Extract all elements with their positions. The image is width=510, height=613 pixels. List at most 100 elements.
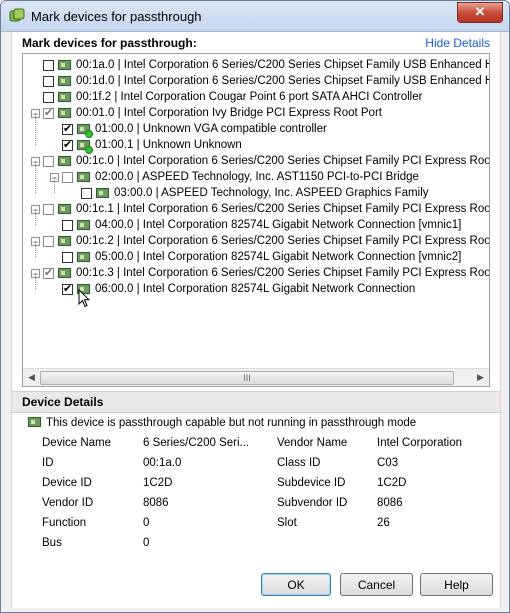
passthrough-checkbox[interactable]	[62, 282, 73, 295]
horizontal-scrollbar[interactable]: ◀ III ▶	[23, 368, 489, 386]
device-details-header: Device Details	[12, 391, 500, 413]
passthrough-checkbox[interactable]	[62, 251, 73, 263]
detail-label: Function	[42, 517, 87, 529]
tree-row[interactable]: 03:00.0 | ASPEED Technology, Inc. ASPEED…	[81, 185, 429, 201]
pci-device-icon	[96, 187, 110, 200]
pci-device-icon	[58, 59, 72, 72]
tree-row[interactable]: 01:00.0 | Unknown VGA compatible control…	[62, 121, 327, 138]
tree-row[interactable]: −00:1c.1 | Intel Corporation 6 Series/C2…	[31, 201, 489, 217]
passthrough-checkbox[interactable]	[43, 59, 54, 71]
passthrough-checkbox[interactable]	[62, 122, 73, 135]
hide-details-link[interactable]: Hide Details	[425, 36, 490, 50]
device-label: 03:00.0 | ASPEED Technology, Inc. ASPEED…	[114, 187, 429, 199]
mouse-pointer-icon	[78, 289, 90, 308]
device-label: 00:1d.0 | Intel Corporation 6 Series/C20…	[76, 75, 489, 87]
passthrough-checkbox[interactable]	[62, 171, 73, 183]
vsphere-app-icon	[9, 8, 25, 22]
detail-label: Device Name	[42, 437, 112, 449]
detail-label: Bus	[42, 537, 62, 549]
detail-label: Class ID	[277, 457, 321, 469]
pci-device-icon	[77, 219, 91, 232]
detail-label: Vendor Name	[277, 437, 348, 449]
tree-row[interactable]: 00:1a.0 | Intel Corporation 6 Series/C20…	[43, 57, 489, 73]
tree-connector-line	[35, 161, 36, 193]
tree-row[interactable]: 00:1d.0 | Intel Corporation 6 Series/C20…	[43, 73, 489, 89]
device-label: 00:1a.0 | Intel Corporation 6 Series/C20…	[76, 59, 489, 71]
device-label: 00:1c.1 | Intel Corporation 6 Series/C20…	[76, 203, 489, 215]
passthrough-checkbox[interactable]	[62, 219, 73, 231]
tree-row[interactable]: 04:00.0 | Intel Corporation 82574L Gigab…	[62, 217, 461, 233]
passthrough-dialog: Mark devices for passthrough ✕ Mark devi…	[0, 0, 510, 613]
device-label: 01:00.0 | Unknown VGA compatible control…	[95, 123, 327, 135]
device-label: 06:00.0 | Intel Corporation 82574L Gigab…	[95, 283, 416, 295]
close-button[interactable]: ✕	[457, 2, 503, 23]
device-label: 00:1c.0 | Intel Corporation 6 Series/C20…	[76, 155, 489, 167]
cancel-button[interactable]: Cancel	[340, 573, 413, 596]
detail-value: 1C2D	[377, 477, 407, 489]
detail-value: 0	[143, 537, 150, 549]
device-label: 00:1c.2 | Intel Corporation 6 Series/C20…	[76, 235, 489, 247]
help-button[interactable]: Help	[420, 573, 493, 596]
tree-row[interactable]: −00:1c.2 | Intel Corporation 6 Series/C2…	[31, 233, 489, 249]
device-details-title: Device Details	[22, 395, 104, 409]
scroll-left-arrow-icon[interactable]: ◀	[23, 369, 40, 386]
tree-row[interactable]: −00:01.0 | Intel Corporation Ivy Bridge …	[31, 105, 382, 121]
scroll-right-arrow-icon[interactable]: ▶	[472, 369, 489, 386]
detail-label: Subdevice ID	[277, 477, 346, 489]
detail-value: 6 Series/C200 Seri...	[143, 437, 250, 449]
pci-device-icon	[58, 107, 72, 120]
detail-value: 1C2D	[143, 477, 173, 489]
tree-connector-line	[35, 209, 36, 225]
device-label: 02:00.0 | ASPEED Technology, Inc. AST115…	[95, 171, 419, 183]
passthrough-checkbox[interactable]	[43, 106, 54, 119]
passthrough-checkbox[interactable]	[43, 266, 54, 279]
passthrough-checkbox[interactable]	[43, 235, 54, 247]
passthrough-checkbox[interactable]	[43, 155, 54, 167]
passthrough-checkbox[interactable]	[81, 187, 92, 199]
title-bar: Mark devices for passthrough ✕	[1, 1, 509, 32]
passthrough-checkbox[interactable]	[43, 91, 54, 103]
pci-device-icon	[77, 123, 93, 138]
pci-device-icon	[77, 171, 91, 184]
device-tree[interactable]: 00:1a.0 | Intel Corporation 6 Series/C20…	[22, 53, 490, 387]
detail-value: 26	[377, 517, 390, 529]
detail-label: Device ID	[42, 477, 92, 489]
detail-value: 8086	[377, 497, 403, 509]
tree-row[interactable]: −00:1c.3 | Intel Corporation 6 Series/C2…	[31, 265, 489, 281]
tree-row[interactable]: 05:00.0 | Intel Corporation 82574L Gigab…	[62, 249, 461, 265]
tree-row[interactable]: 06:00.0 | Intel Corporation 82574L Gigab…	[62, 281, 415, 297]
detail-label: Subvendor ID	[277, 497, 348, 509]
tree-row[interactable]: −02:00.0 | ASPEED Technology, Inc. AST11…	[50, 169, 419, 185]
detail-label: Vendor ID	[42, 497, 94, 509]
pci-device-icon	[58, 235, 72, 248]
detail-label: Slot	[277, 517, 297, 529]
passthrough-checkbox[interactable]	[43, 75, 54, 87]
tree-row[interactable]: 00:1f.2 | Intel Corporation Cougar Point…	[43, 89, 422, 105]
detail-value: 00:1a.0	[143, 457, 182, 469]
pci-device-icon	[77, 139, 93, 154]
tree-row[interactable]: −00:1c.0 | Intel Corporation 6 Series/C2…	[31, 153, 489, 169]
detail-value: 0	[143, 517, 150, 529]
pci-device-icon	[77, 251, 91, 264]
tree-connector-line	[54, 177, 55, 193]
pci-device-icon	[58, 267, 72, 280]
device-label: 05:00.0 | Intel Corporation 82574L Gigab…	[95, 251, 462, 263]
scroll-thumb[interactable]: III	[40, 371, 454, 385]
passthrough-status-text: This device is passthrough capable but n…	[46, 416, 417, 429]
pci-device-icon	[58, 91, 72, 104]
dialog-content: Mark devices for passthrough: Hide Detai…	[11, 32, 501, 608]
device-label: 04:00.0 | Intel Corporation 82574L Gigab…	[95, 219, 462, 231]
device-label: 00:1f.2 | Intel Corporation Cougar Point…	[76, 91, 423, 103]
passthrough-status: This device is passthrough capable but n…	[28, 416, 416, 429]
device-label: 00:01.0 | Intel Corporation Ivy Bridge P…	[76, 107, 382, 119]
pci-device-icon	[58, 75, 72, 88]
ok-button[interactable]: OK	[261, 573, 331, 596]
passthrough-checkbox[interactable]	[62, 138, 73, 151]
tree-row[interactable]: 01:00.1 | Unknown Unknown	[62, 137, 242, 154]
tree-connector-line	[35, 241, 36, 257]
detail-label: ID	[42, 457, 54, 469]
passthrough-checkbox[interactable]	[43, 203, 54, 215]
tree-connector-line	[35, 273, 36, 289]
pci-device-icon	[58, 203, 72, 216]
section-title: Mark devices for passthrough:	[22, 36, 197, 50]
